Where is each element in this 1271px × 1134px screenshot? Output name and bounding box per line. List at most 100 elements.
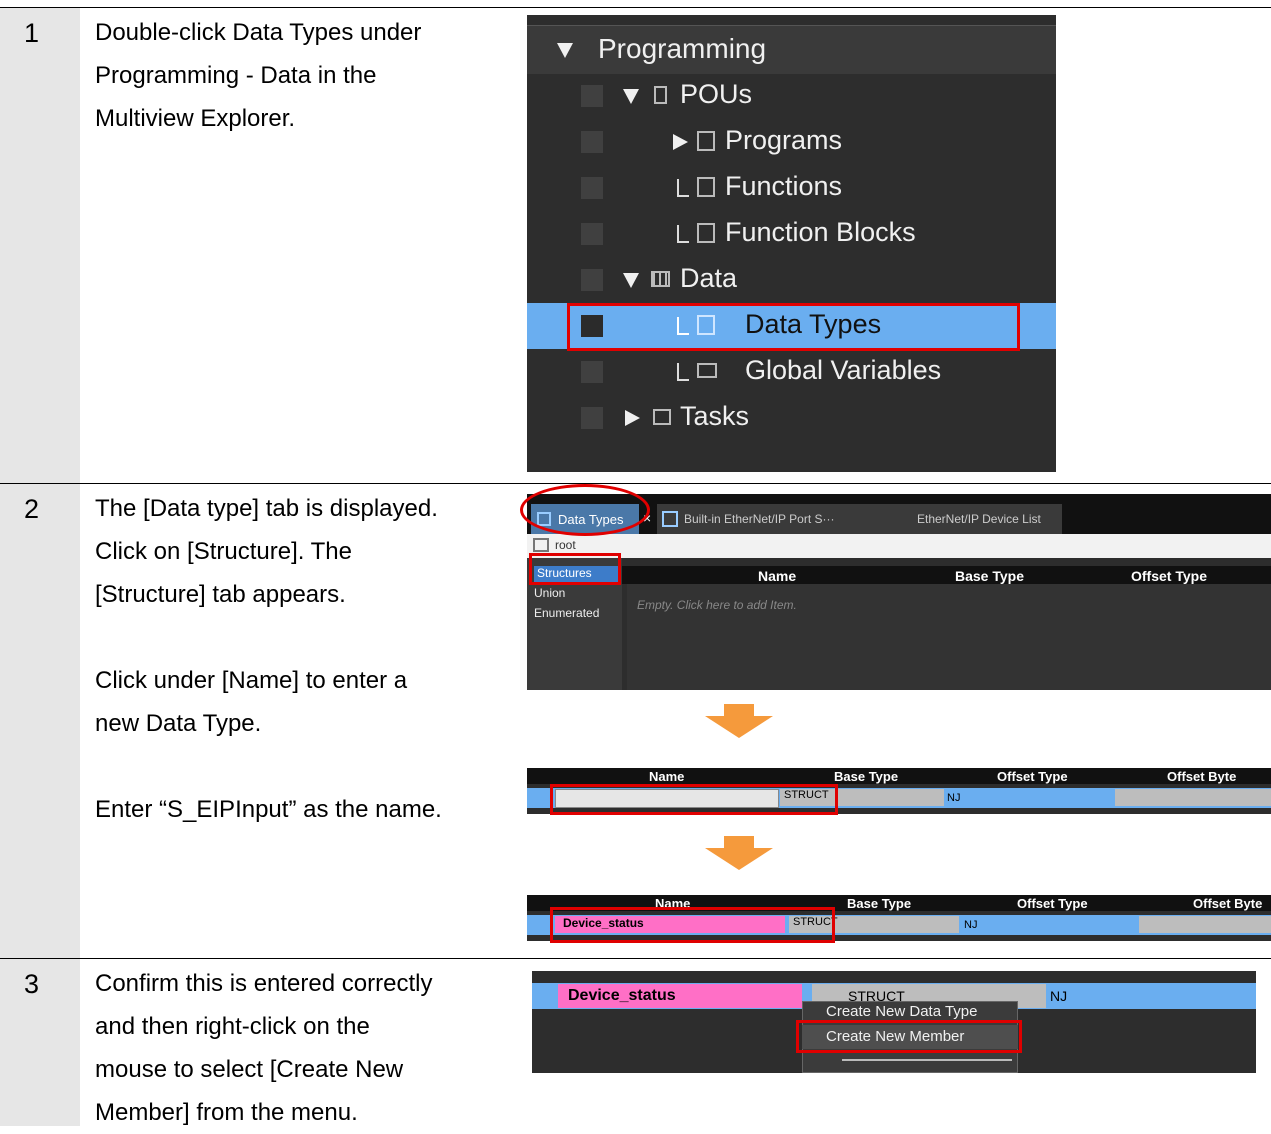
- step-line: Click on [Structure]. The: [95, 538, 352, 565]
- tree-item-tasks[interactable]: Tasks: [527, 395, 1056, 441]
- step-number: 2: [24, 494, 40, 524]
- highlight-data-types-tab: [520, 484, 650, 536]
- offset-byte-cell: [1115, 789, 1271, 806]
- step-number-column: [0, 8, 80, 483]
- column-name: Name: [649, 769, 685, 784]
- step-line: Click under [Name] to enter a: [95, 667, 408, 694]
- collapse-arrow-icon[interactable]: [623, 273, 639, 288]
- tree-item-programs[interactable]: Programs: [527, 119, 1056, 165]
- down-arrow-icon: [724, 836, 754, 848]
- function-icon: [697, 177, 715, 197]
- tree-item-functions[interactable]: Functions: [527, 165, 1056, 211]
- function-block-icon: [697, 223, 715, 243]
- tree-label: Tasks: [680, 401, 750, 431]
- data-table-icon: [651, 271, 670, 287]
- step-line: Programming - Data in the: [95, 62, 377, 89]
- multiview-explorer-screenshot: Programming POUs Programs Functions Func…: [527, 15, 1056, 472]
- tree-item-global-variables[interactable]: Global Variables: [527, 349, 1056, 395]
- step-text: The [Data type] tab is displayed. Click …: [95, 487, 505, 616]
- tasks-icon: [653, 409, 671, 425]
- down-arrow-icon: [724, 704, 754, 716]
- tree-label: POUs: [680, 79, 753, 109]
- highlight-named-row: [550, 907, 835, 943]
- column-offset-type: Offset Type: [1017, 896, 1088, 911]
- offset-type-cell: NJ: [964, 919, 978, 931]
- variables-icon: [697, 363, 717, 378]
- column-base-type: Base Type: [847, 896, 912, 911]
- step-number: 3: [24, 969, 40, 999]
- tree-label: Global Variables: [745, 355, 942, 385]
- tree-item-function-blocks[interactable]: Function Blocks: [527, 211, 1056, 257]
- root-label: root: [555, 538, 576, 552]
- highlight-new-row: [550, 784, 838, 815]
- offset-byte-cell: [1139, 916, 1271, 933]
- column-base-type[interactable]: Base Type: [955, 568, 1024, 584]
- step-line: mouse to select [Create New: [95, 1056, 404, 1083]
- step-line: Enter “S_EIPInput” as the name.: [95, 796, 442, 823]
- step-number: 1: [24, 18, 40, 48]
- step-line: Confirm this is entered correctly: [95, 970, 433, 997]
- step-line: Multiview Explorer.: [95, 105, 296, 132]
- rule-1: [0, 483, 1271, 484]
- collapse-arrow-icon[interactable]: [557, 43, 573, 58]
- step-line: new Data Type.: [95, 710, 262, 737]
- name-cell[interactable]: Device_status: [558, 984, 802, 1008]
- grid-header: [527, 768, 1271, 784]
- menu-create-new-data-type[interactable]: Create New Data Type: [826, 1003, 977, 1020]
- tree-branch-icon: [677, 225, 689, 243]
- menu-separator: [842, 1059, 1012, 1061]
- checkbox-icon: [581, 85, 603, 107]
- checkbox-icon: [581, 407, 603, 429]
- checkbox-icon: [581, 223, 603, 245]
- expand-arrow-icon[interactable]: [625, 410, 640, 426]
- step-text: Double-click Data Types under Programmin…: [95, 11, 505, 140]
- column-offset-byte: Offset Byte: [1193, 896, 1263, 911]
- step-text: Click under [Name] to enter a new Data T…: [95, 659, 505, 745]
- step-number-column: [0, 484, 80, 958]
- program-icon: [697, 131, 715, 151]
- down-arrow-icon: [705, 716, 773, 738]
- step-text: Enter “S_EIPInput” as the name.: [95, 788, 505, 831]
- column-offset-byte: Offset Byte: [1167, 769, 1237, 784]
- programming-label: Programming: [598, 33, 767, 64]
- column-base-type: Base Type: [834, 769, 899, 784]
- highlight-structures: [529, 553, 621, 585]
- empty-hint[interactable]: Empty. Click here to add Item.: [637, 598, 797, 612]
- offset-type-cell: NJ: [1050, 988, 1068, 1004]
- column-offset-type[interactable]: Offset Type: [1131, 568, 1207, 584]
- step-number-column: [0, 959, 80, 1126]
- tab-label: Built-in EtherNet/IP Port S···: [684, 512, 835, 526]
- checkbox-icon: [581, 177, 603, 199]
- tree-branch-icon: [677, 179, 689, 197]
- root-bar: [527, 534, 1271, 558]
- tree-item-pous[interactable]: POUs: [527, 73, 1056, 119]
- down-arrow-icon: [705, 848, 773, 870]
- tree-label: Programs: [725, 125, 843, 155]
- checkbox-icon: [581, 361, 603, 383]
- side-enumerated[interactable]: Enumerated: [534, 606, 599, 620]
- pou-folder-icon: [654, 86, 667, 104]
- rule-top: [0, 7, 1271, 8]
- rule-2: [0, 958, 1271, 959]
- checkbox-icon: [581, 131, 603, 153]
- tree-label: Function Blocks: [725, 217, 916, 247]
- highlight-create-new-member: [796, 1020, 1022, 1053]
- collapse-arrow-icon[interactable]: [623, 89, 639, 104]
- offset-type-cell: NJ: [947, 792, 961, 804]
- step-line: and then right-click on the: [95, 1013, 370, 1040]
- side-union[interactable]: Union: [534, 586, 565, 600]
- step-line: Double-click Data Types under: [95, 19, 422, 46]
- eip-icon: [662, 511, 678, 527]
- tree-label: Functions: [725, 171, 843, 201]
- tree-item-data[interactable]: Data: [527, 257, 1056, 303]
- step-line: The [Data type] tab is displayed.: [95, 495, 438, 522]
- step-line: [Structure] tab appears.: [95, 581, 346, 608]
- root-icon: [533, 538, 549, 552]
- expand-arrow-icon[interactable]: [673, 134, 688, 150]
- column-name[interactable]: Name: [758, 568, 796, 584]
- step-line: Member] from the menu.: [95, 1099, 358, 1126]
- step-text: Confirm this is entered correctly and th…: [95, 962, 505, 1134]
- highlight-data-types: [567, 303, 1020, 351]
- tree-branch-icon: [677, 363, 689, 381]
- column-offset-type: Offset Type: [997, 769, 1068, 784]
